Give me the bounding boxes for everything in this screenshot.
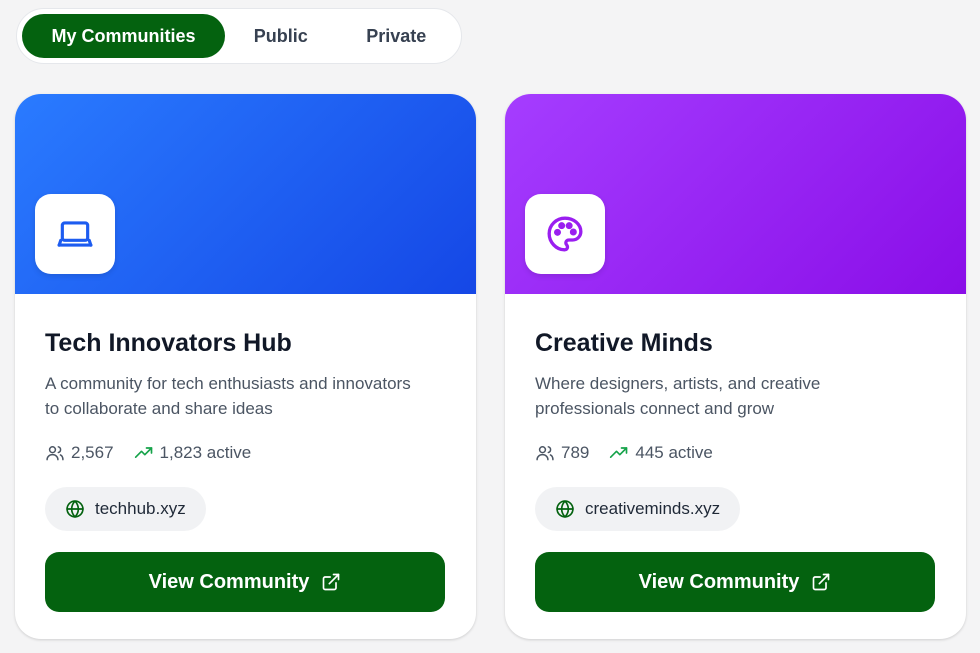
community-icon-box [35,194,115,274]
active-count-value: 1,823 active [159,443,252,462]
member-count: 2,567 [45,443,114,463]
community-stats: 2,567 1,823 active [45,441,446,465]
community-stats: 789 445 active [535,441,936,465]
palette-icon [547,216,583,252]
tab-private[interactable]: Private [337,14,456,58]
community-filter-tabs: My Communities Public Private [16,8,462,64]
laptop-icon [57,221,93,247]
active-count: 445 active [609,443,713,463]
external-link-icon [323,573,340,591]
community-domain-pill[interactable]: techhub.xyz [45,487,206,531]
card-banner [15,94,476,294]
globe-icon [556,500,574,518]
community-name: Creative Minds [535,329,713,357]
external-link-icon [813,573,830,591]
trending-up-icon [610,447,628,458]
tab-public[interactable]: Public [225,14,336,58]
tab-my-communities[interactable]: My Communities [22,14,226,58]
card-banner [505,94,966,294]
trending-up-icon [134,447,152,458]
member-count-value: 2,567 [71,443,114,462]
view-community-button[interactable]: View Community [535,552,935,612]
community-description: A community for tech enthusiasts and inn… [45,374,411,418]
view-community-label: View Community [148,570,310,593]
community-description: Where designers, artists, and creative p… [535,374,821,418]
users-icon [536,446,554,461]
users-icon [46,446,64,461]
active-count-value: 445 active [635,443,713,462]
globe-icon [66,500,84,518]
community-card-tech-innovators-hub: Tech Innovators Hub A community for tech… [15,94,476,639]
community-card-creative-minds: Creative Minds Where designers, artists,… [505,94,966,639]
member-count-value: 789 [561,443,590,462]
member-count: 789 [535,443,589,463]
community-domain-pill[interactable]: creativeminds.xyz [535,487,741,531]
view-community-button[interactable]: View Community [45,552,445,612]
active-count: 1,823 active [134,443,252,463]
view-community-label: View Community [638,570,800,593]
community-icon-box [525,194,605,274]
community-name: Tech Innovators Hub [45,329,292,357]
community-domain: techhub.xyz [95,499,186,518]
community-domain: creativeminds.xyz [585,499,721,518]
